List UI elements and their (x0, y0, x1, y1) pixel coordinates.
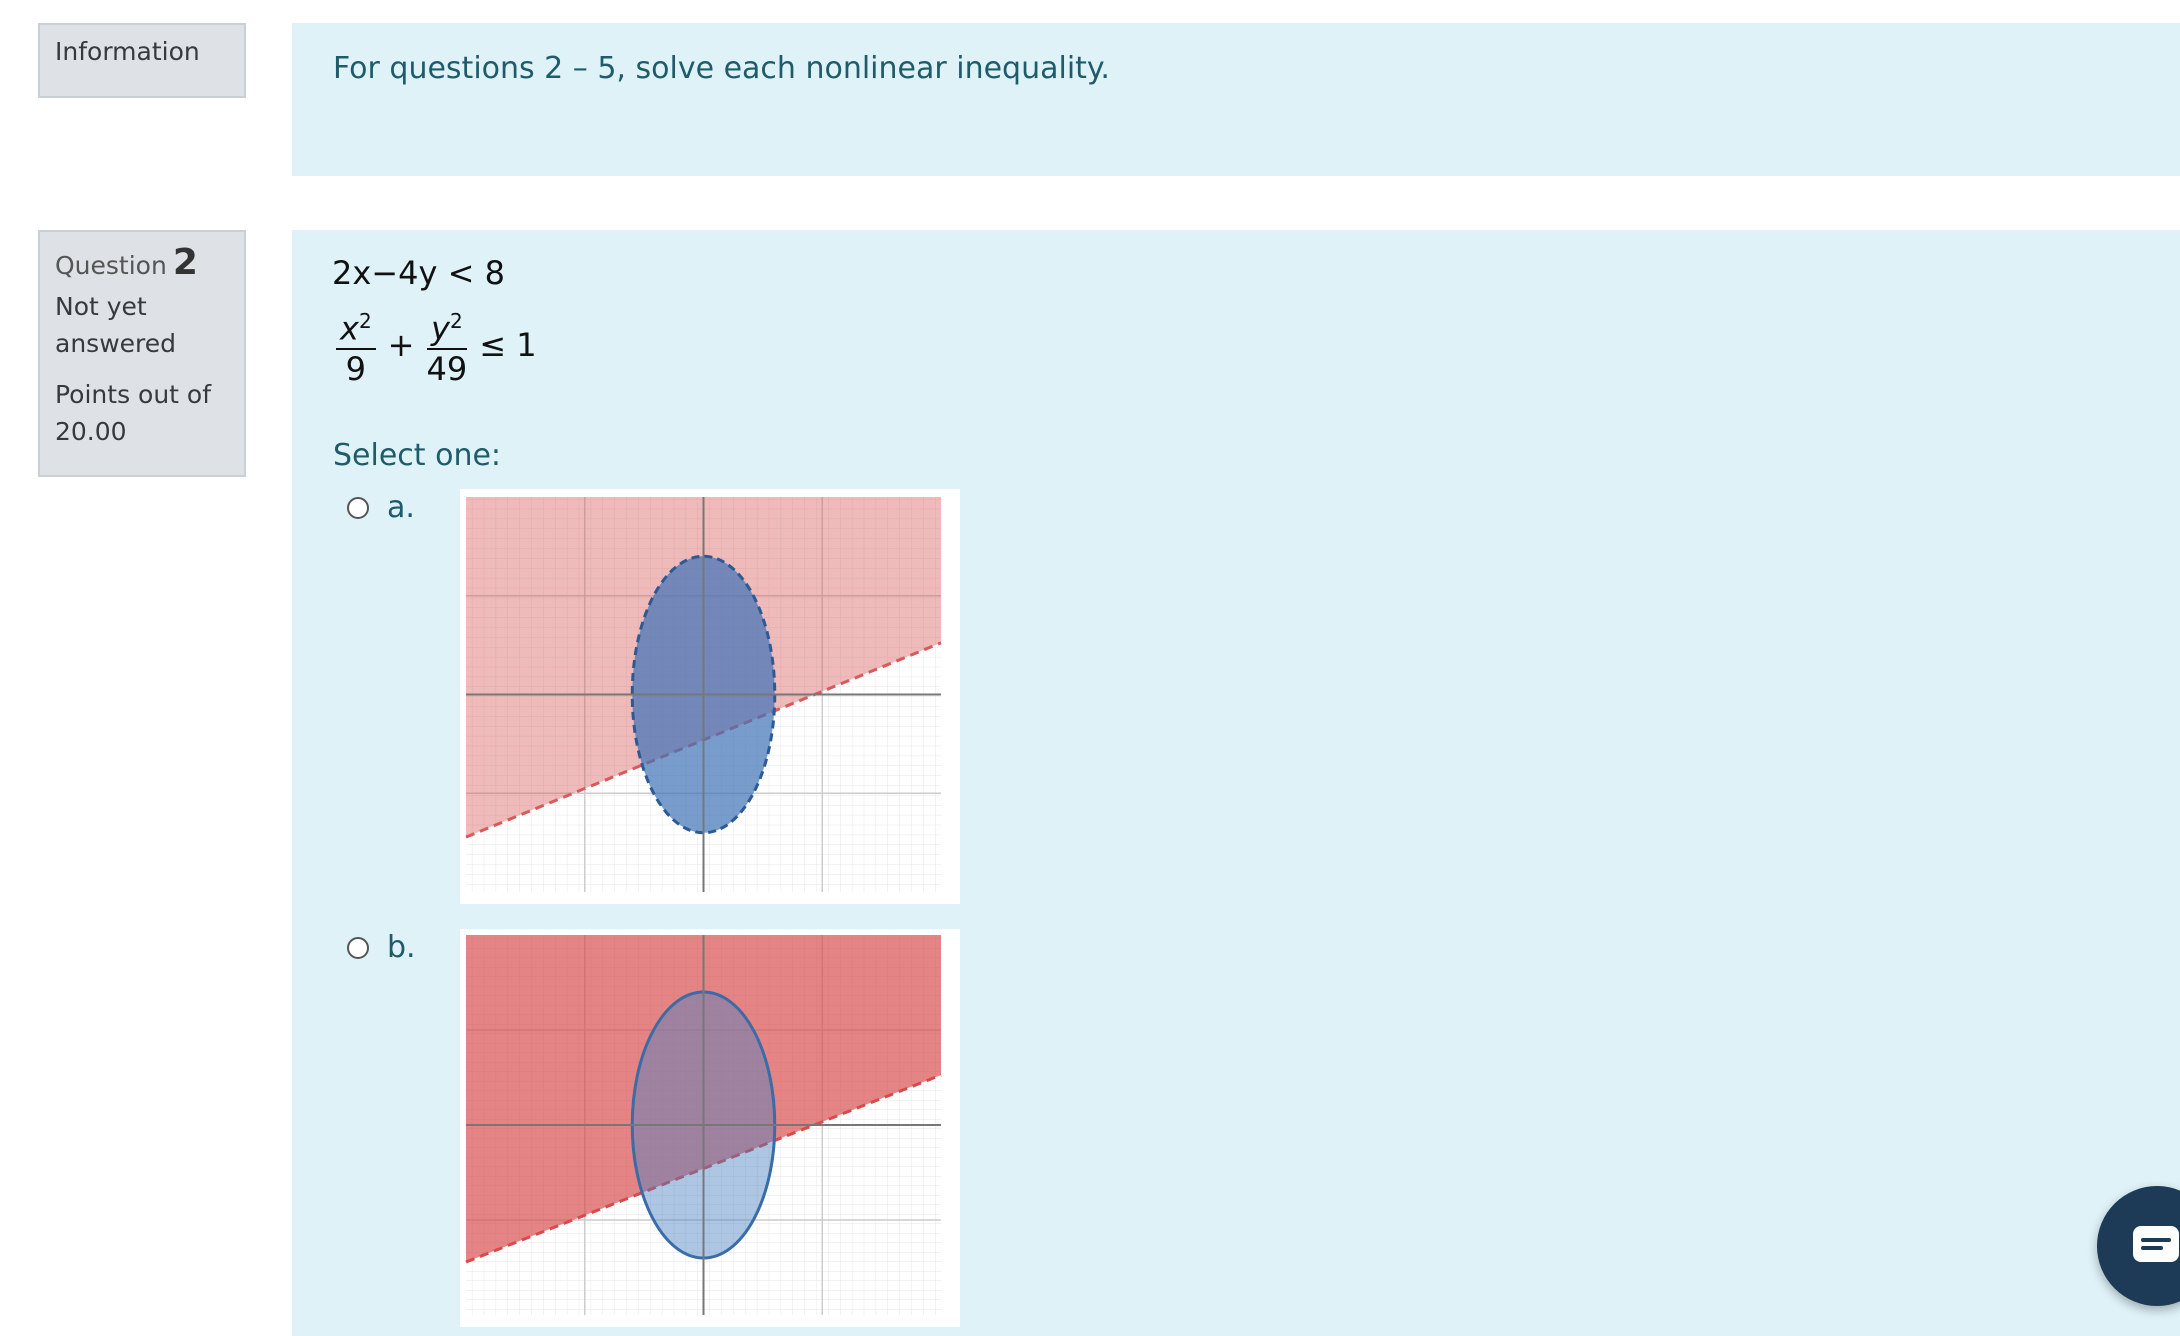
information-text: For questions 2 – 5, solve each nonlinea… (333, 51, 1110, 86)
question-state: Not yet answered (55, 292, 176, 358)
fraction-x: x2 9 (336, 302, 376, 388)
option-a-graph (460, 489, 960, 904)
relation: ≤ 1 (479, 325, 537, 364)
option-a-label[interactable]: a. (387, 490, 415, 525)
question-panel: 2x−4y < 8 x2 9 + y2 49 ≤ 1 Select one: a… (292, 230, 2180, 1336)
option-b-graph (460, 929, 960, 1327)
fraction-y: y2 49 (426, 302, 467, 388)
plus-sign: + (387, 325, 415, 364)
question-points: Points out of 20.00 (55, 380, 212, 446)
chat-button[interactable] (2097, 1186, 2180, 1306)
information-box: Information (38, 23, 246, 98)
select-one-prompt: Select one: (333, 438, 502, 473)
question-info-box: Question 2 Not yet answered Points out o… (38, 230, 246, 477)
inequality-ellipse: x2 9 + y2 49 ≤ 1 (332, 302, 545, 388)
option-b-label[interactable]: b. (387, 930, 416, 965)
question-label: Question (55, 251, 167, 280)
question-number: Question 2 (55, 244, 229, 284)
information-label: Information (55, 37, 200, 66)
option-b[interactable]: b. (347, 930, 416, 965)
fraction-y-denominator: 49 (426, 349, 468, 388)
chat-icon (2133, 1226, 2179, 1262)
option-b-radio[interactable] (347, 936, 369, 959)
question-number-value: 2 (172, 242, 198, 283)
option-a-radio[interactable] (347, 496, 369, 519)
information-panel: For questions 2 – 5, solve each nonlinea… (292, 23, 2180, 176)
inequality-linear: 2x−4y < 8 (332, 254, 505, 292)
fraction-x-denominator: 9 (345, 349, 367, 388)
option-a[interactable]: a. (347, 490, 415, 525)
